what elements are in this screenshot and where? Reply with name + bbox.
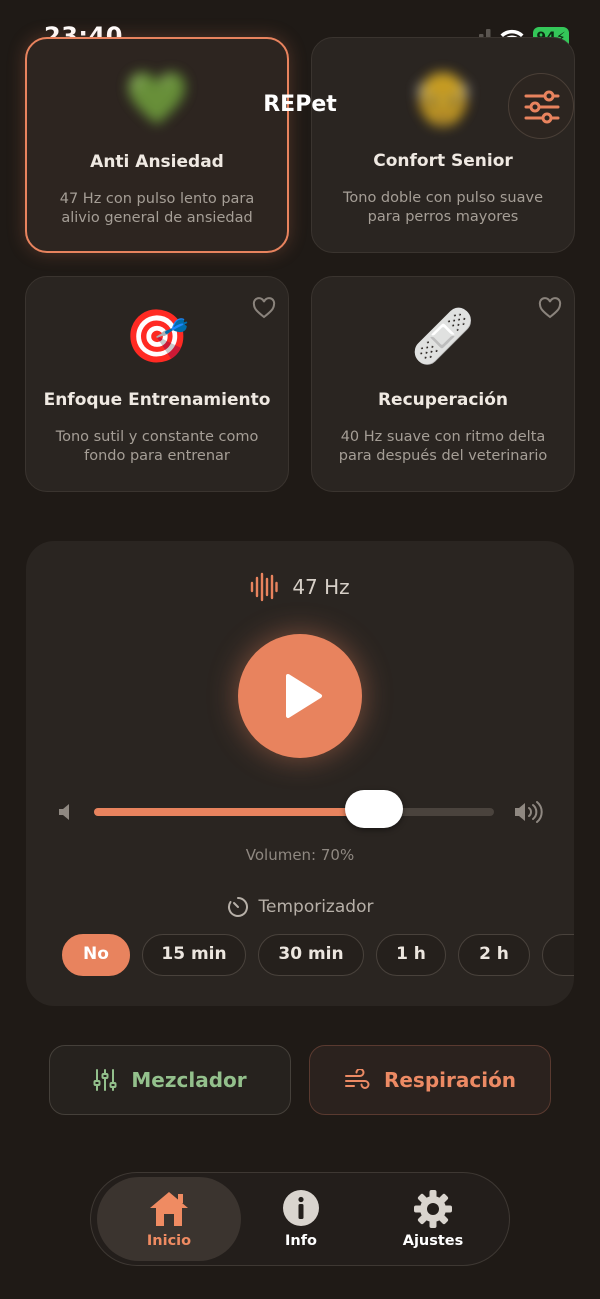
- volume-high-icon: [515, 801, 543, 823]
- card-title: Confort Senior: [373, 151, 513, 171]
- tab-inicio[interactable]: Inicio: [97, 1177, 241, 1261]
- card-title: Recuperación: [377, 390, 509, 410]
- player-panel: 47 Hz Volumen: 70% Temporizador No 15 mi…: [26, 541, 574, 1006]
- volume-label: Volumen: 70%: [245, 846, 355, 864]
- volume-low-icon: [59, 804, 69, 820]
- timer-option-15-min[interactable]: 15 min: [142, 934, 246, 976]
- card-description: 47 Hz con pulso lento para alivio genera…: [59, 191, 255, 226]
- preset-card-recuperacion[interactable]: 🩹 Recuperación 40 Hz suave con ritmo del…: [311, 276, 575, 492]
- timer-options: No 15 min 30 min 1 h 2 h: [62, 934, 574, 978]
- timer-option-1-h[interactable]: 1 h: [376, 934, 446, 976]
- tab-label: Info: [285, 1233, 317, 1249]
- tab-ajustes[interactable]: Ajustes: [361, 1177, 505, 1261]
- timer-option-2-h[interactable]: 2 h: [458, 934, 530, 976]
- card-description: Tono doble con pulso suave para perros m…: [342, 190, 543, 225]
- breathing-button[interactable]: Respiración: [309, 1045, 551, 1115]
- info-icon: [283, 1190, 319, 1226]
- tab-bar: Inicio Info Ajustes: [90, 1172, 510, 1266]
- card-title: Enfoque Entrenamiento: [43, 390, 271, 410]
- filter-button[interactable]: [508, 73, 574, 139]
- card-title: Anti Ansiedad: [90, 152, 224, 172]
- play-icon: [286, 674, 322, 718]
- target-emoji: 🎯: [124, 307, 190, 367]
- frequency-row: 47 Hz: [26, 571, 574, 603]
- timer-header: Temporizador: [26, 895, 574, 919]
- tab-label: Ajustes: [402, 1233, 464, 1249]
- mixer-button[interactable]: Mezclador: [49, 1045, 291, 1115]
- card-description: 40 Hz suave con ritmo delta para después…: [338, 429, 548, 464]
- wind-icon: [344, 1069, 370, 1089]
- waveform-icon: [251, 572, 279, 602]
- frequency-label: 47 Hz: [292, 575, 350, 599]
- play-button[interactable]: [238, 634, 362, 758]
- mixer-label: Mezclador: [131, 1068, 247, 1092]
- preset-card-confort-senior[interactable]: 👴 Confort Senior Tono doble con pulso su…: [311, 37, 575, 253]
- timer-option-more[interactable]: [542, 934, 574, 976]
- card-description: Tono sutil y constante como fondo para e…: [55, 429, 259, 464]
- sliders-icon: [524, 90, 560, 124]
- mixer-sliders-icon: [93, 1069, 117, 1091]
- gear-icon: [414, 1190, 452, 1228]
- volume-slider-fill: [94, 808, 374, 816]
- preset-card-enfoque-entrenamiento[interactable]: 🎯 Enfoque Entrenamiento Tono sutil y con…: [25, 276, 289, 492]
- timer-option-no[interactable]: No: [62, 934, 130, 976]
- preset-card-anti-ansiedad[interactable]: 💚 Anti Ansiedad 47 Hz con pulso lento pa…: [25, 37, 289, 253]
- timer-icon: [227, 897, 248, 917]
- home-icon: [150, 1192, 188, 1226]
- timer-option-30-min[interactable]: 30 min: [258, 934, 364, 976]
- volume-slider-thumb[interactable]: [345, 790, 403, 828]
- tab-label: Inicio: [146, 1233, 192, 1249]
- tab-info[interactable]: Info: [229, 1177, 373, 1261]
- timer-label: Temporizador: [258, 897, 374, 917]
- volume-slider[interactable]: [94, 790, 494, 828]
- breathing-label: Respiración: [383, 1068, 517, 1092]
- bandage-emoji: 🩹: [410, 307, 476, 367]
